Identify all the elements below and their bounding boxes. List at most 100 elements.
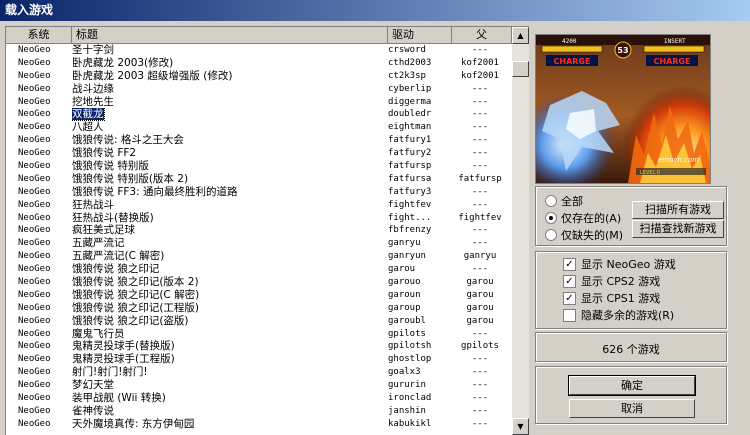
table-row[interactable]: NeoGeo 饿狼传说: 格斗之王大会 fatfury1 --- (6, 134, 512, 147)
table-row[interactable]: NeoGeo 射门!射门!射门! goalx3 --- (6, 366, 512, 379)
table-row[interactable]: NeoGeo 饿狼传说 狼之印记 garou --- (6, 263, 512, 276)
table-row[interactable]: NeoGeo 饿狼传说 FF2 fatfury2 --- (6, 147, 512, 160)
game-driver: fatfury3 (388, 186, 432, 197)
option-label: 显示 NeoGeo 游戏 (581, 258, 676, 271)
table-row[interactable]: NeoGeo 圣十字剑 crsword --- (6, 44, 512, 57)
option-checkbox[interactable]: ✓ 显示 CPS2 游戏 (563, 274, 660, 289)
game-system: NeoGeo (18, 70, 51, 81)
scan-all-button[interactable]: 扫描所有游戏 (632, 201, 724, 219)
table-row[interactable]: NeoGeo 鬼精灵投球手(工程版) ghostlop --- (6, 353, 512, 366)
game-parent: --- (471, 354, 489, 365)
table-row[interactable]: NeoGeo 鬼精灵投球手(替换版) gpilotsh gpilots (6, 340, 512, 353)
window-title: 载入游戏 (0, 0, 750, 21)
game-title: 卧虎藏龙 2003(修改) (72, 56, 174, 69)
option-checkbox[interactable]: 隐藏多余的游戏(R) (563, 308, 674, 323)
table-row[interactable]: NeoGeo 卧虎藏龙 2003 超级增强版 (修改) ct2k3sp kof2001 (6, 70, 512, 83)
game-title: 装甲战舰 (Wii 转换) (72, 392, 166, 405)
game-title: 饿狼传说: 格斗之王大会 (72, 134, 184, 147)
table-row[interactable]: NeoGeo 狂热战斗 fightfev --- (6, 199, 512, 212)
column-header-driver[interactable]: 驱动 (388, 27, 452, 44)
game-driver: garou (388, 264, 416, 275)
ok-button[interactable]: 确定 (568, 375, 696, 396)
radio-available[interactable]: 仅存在的(A) (545, 211, 621, 226)
radio-all-dot[interactable] (545, 195, 557, 207)
game-system: NeoGeo (18, 405, 51, 416)
option-checkbox[interactable]: ✓ 显示 NeoGeo 游戏 (563, 257, 676, 272)
table-row[interactable]: NeoGeo 八超人 eightman --- (6, 121, 512, 134)
game-driver: ganryu (388, 238, 421, 249)
table-row[interactable]: NeoGeo 饿狼传说 狼之印记(工程版) garoup garou (6, 302, 512, 315)
table-row[interactable]: NeoGeo 饿狼传说 特别版 fatfursp --- (6, 160, 512, 173)
column-header-system[interactable]: 系统 (6, 27, 72, 44)
radio-all-label: 全部 (561, 195, 583, 208)
table-row[interactable]: NeoGeo 双截龙 doubledr --- (6, 108, 512, 122)
game-rows: NeoGeo 圣十字剑 crsword --- NeoGeo 卧虎藏龙 2003(修改) c… (6, 44, 512, 431)
checkmark-icon[interactable]: ✓ (563, 291, 576, 305)
game-title: 双截龙 (72, 108, 386, 122)
table-row[interactable]: NeoGeo 梦幻天堂 gururin --- (6, 379, 512, 392)
game-driver: ct2k3sp (388, 70, 426, 81)
checkmark-icon[interactable]: ✓ (563, 257, 576, 271)
game-list[interactable]: 系统 标题 驱动 父 NeoGeo 圣十字剑 crsword --- NeoGeo 卧虎藏… (5, 26, 529, 435)
preview-image: 53 4200 INSERT CHARGE CHARGE LEVEL 0 emu… (536, 35, 710, 183)
game-driver: ganryun (388, 251, 426, 262)
table-row[interactable]: NeoGeo 五藏严流记 ganryu --- (6, 237, 512, 250)
radio-all[interactable]: 全部 (545, 194, 583, 209)
scroll-up-icon[interactable]: ▲ (512, 27, 529, 44)
radio-available-dot[interactable] (545, 212, 557, 224)
checkmark-icon[interactable]: ✓ (563, 274, 576, 288)
game-driver: garouo (388, 277, 421, 288)
game-system: NeoGeo (18, 135, 51, 146)
game-system: NeoGeo (18, 380, 51, 391)
game-title: 饿狼传说 狼之印记(盗版) (72, 314, 189, 327)
game-title: 八超人 (72, 121, 104, 134)
table-row[interactable]: NeoGeo 疯狂美式足球 fbfrenzy --- (6, 224, 512, 237)
table-row[interactable]: NeoGeo 天外魔境真传: 东方伊甸园 kabukikl --- (6, 418, 512, 431)
table-row[interactable]: NeoGeo 雀神传说 janshin --- (6, 405, 512, 418)
table-row[interactable]: NeoGeo 五藏严流记(C 解密) ganryun ganryu (6, 250, 512, 263)
list-scrollbar[interactable]: ▲ ▼ (512, 27, 529, 435)
game-driver: ghostlop (388, 354, 432, 365)
table-row[interactable]: NeoGeo 饿狼传说 FF3: 通向最终胜利的道路 fatfury3 --- (6, 186, 512, 199)
game-system: NeoGeo (18, 225, 51, 236)
game-title: 饿狼传说 FF2 (72, 147, 137, 160)
option-checkbox[interactable]: ✓ 显示 CPS1 游戏 (563, 291, 660, 306)
table-row[interactable]: NeoGeo 狂热战斗(替换版) fight... fightfev (6, 212, 512, 225)
game-system: NeoGeo (18, 315, 51, 326)
scroll-thumb[interactable] (512, 61, 529, 77)
game-driver: goalx3 (388, 367, 421, 378)
table-row[interactable]: NeoGeo 饿狼传说 狼之印记(版本 2) garouo garou (6, 276, 512, 289)
table-row[interactable]: NeoGeo 饿狼传说 狼之印记(盗版) garoubl garou (6, 315, 512, 328)
game-parent: --- (471, 367, 489, 378)
scan-new-button[interactable]: 扫描查找新游戏 (632, 220, 724, 238)
table-row[interactable]: NeoGeo 饿狼传说 特别版(版本 2) fatfursa fatfursp (6, 173, 512, 186)
column-header-parent[interactable]: 父 (452, 27, 512, 44)
table-row[interactable]: NeoGeo 装甲战舰 (Wii 转换) ironclad --- (6, 392, 512, 405)
game-parent: fatfursp (458, 173, 502, 184)
table-row[interactable]: NeoGeo 挖地先生 diggerma --- (6, 96, 512, 109)
game-driver: diggerma (388, 96, 432, 107)
cancel-button[interactable]: 取消 (569, 399, 695, 418)
column-header-title[interactable]: 标题 (72, 27, 388, 44)
table-row[interactable]: NeoGeo 魔鬼飞行员 gpilots --- (6, 328, 512, 341)
hud-insert: INSERT (664, 38, 686, 45)
game-driver: garoun (388, 289, 421, 300)
hud-timer: 53 (617, 46, 628, 55)
game-title: 挖地先生 (72, 95, 114, 108)
table-row[interactable]: NeoGeo 饿狼传说 狼之印记(C 解密) garoun garou (6, 289, 512, 302)
table-row[interactable]: NeoGeo 战斗边缘 cyberlip --- (6, 83, 512, 96)
radio-missing-dot[interactable] (545, 229, 557, 241)
game-system: NeoGeo (18, 96, 51, 107)
game-parent: ganryu (463, 251, 497, 262)
game-parent: --- (471, 96, 489, 107)
game-system: NeoGeo (18, 264, 51, 275)
table-row[interactable]: NeoGeo 卧虎藏龙 2003(修改) cthd2003 kof2001 (6, 57, 512, 70)
game-system: NeoGeo (18, 367, 51, 378)
scroll-down-icon[interactable]: ▼ (512, 418, 529, 435)
game-count: 626 个游戏 (602, 343, 660, 356)
game-system: NeoGeo (18, 302, 51, 313)
game-parent: --- (471, 393, 489, 404)
game-title: 天外魔境真传: 东方伊甸园 (72, 417, 195, 430)
radio-missing[interactable]: 仅缺失的(M) (545, 228, 623, 243)
empty-checkbox-icon[interactable] (563, 308, 576, 322)
